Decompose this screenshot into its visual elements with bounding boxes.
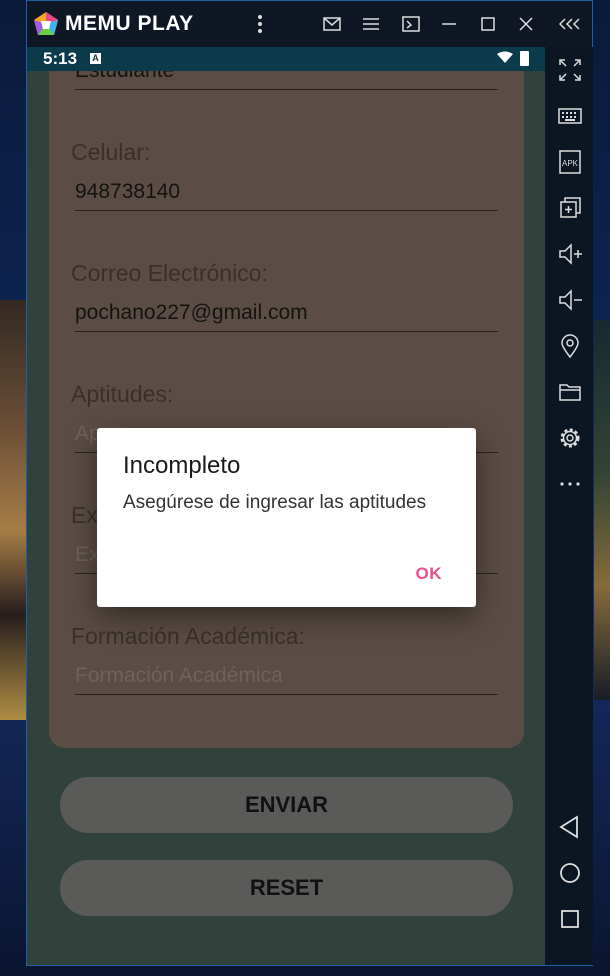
memu-logo-icon — [34, 12, 58, 35]
keyboard-icon[interactable] — [557, 103, 583, 129]
more-vert-icon[interactable] — [247, 11, 273, 37]
emulator-sidebar: APK — [545, 47, 593, 965]
brand-name: MEMU PLAY — [65, 12, 194, 35]
maximize-icon[interactable] — [475, 11, 501, 37]
more-horiz-icon[interactable] — [557, 471, 583, 497]
desktop-wallpaper-right — [594, 320, 610, 700]
settings-icon[interactable] — [557, 425, 583, 451]
fullscreen-icon[interactable] — [557, 57, 583, 83]
battery-icon — [520, 51, 529, 66]
folder-icon[interactable] — [557, 379, 583, 405]
volume-down-icon[interactable] — [557, 287, 583, 313]
home-icon[interactable] — [557, 860, 583, 886]
wifi-icon — [497, 51, 513, 63]
apk-icon[interactable]: APK — [557, 149, 583, 175]
dialog-message: Asegúrese de ingresar las aptitudes — [123, 492, 427, 513]
svg-text:APK: APK — [562, 159, 579, 168]
emulator-window: MEMU PLAY 5:13 A Celular: 948738140 Corr… — [26, 0, 593, 966]
notification-badge: A — [90, 53, 101, 64]
android-status-bar: 5:13 A — [27, 47, 545, 71]
dialog-ok-button[interactable]: OK — [416, 564, 443, 584]
collapse-sidebar-icon[interactable] — [557, 11, 583, 37]
mail-icon[interactable] — [319, 11, 345, 37]
location-icon[interactable] — [557, 333, 583, 359]
close-icon[interactable] — [513, 11, 539, 37]
minimize-icon[interactable] — [436, 11, 462, 37]
menu-icon[interactable] — [358, 11, 384, 37]
status-time: 5:13 — [43, 49, 78, 68]
screen-record-icon[interactable] — [398, 11, 424, 37]
emulator-titlebar: MEMU PLAY — [27, 1, 592, 47]
multi-window-icon[interactable] — [557, 195, 583, 221]
recents-icon[interactable] — [557, 906, 583, 932]
desktop-wallpaper-left — [0, 300, 26, 720]
back-icon[interactable] — [557, 814, 583, 840]
dialog-title: Incompleto — [123, 452, 241, 479]
app-screen: Estudiante Celular: 948738140 Correo Ele… — [27, 71, 545, 965]
volume-up-icon[interactable] — [557, 241, 583, 267]
alert-dialog: Incompleto Asegúrese de ingresar las apt… — [97, 428, 476, 607]
